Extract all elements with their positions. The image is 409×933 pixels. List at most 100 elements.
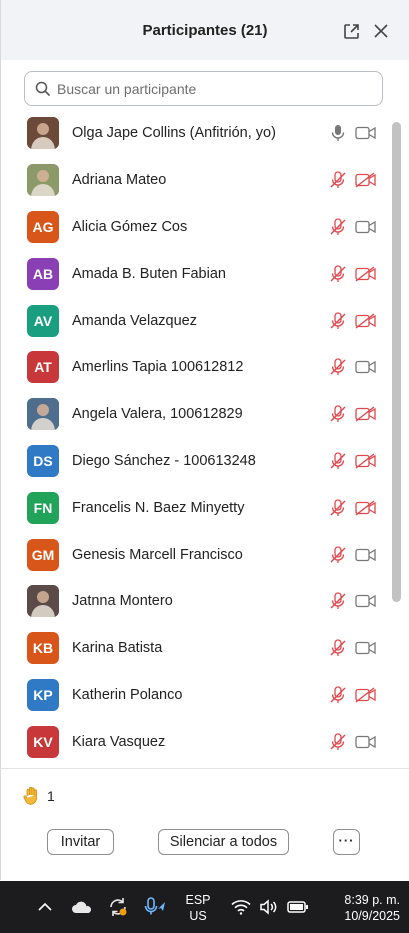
avatar: KV [27, 725, 59, 758]
participant-row[interactable]: KP Katherin Polanco [1, 672, 389, 719]
more-options-button[interactable]: ··· [333, 829, 360, 855]
volume-icon[interactable] [258, 897, 280, 917]
microphone-in-use-icon[interactable] [142, 895, 168, 919]
avatar [27, 585, 59, 618]
search-box[interactable] [24, 71, 383, 106]
keyboard-layout: US [189, 909, 207, 923]
participant-name: Alicia Gómez Cos [72, 218, 188, 235]
participant-name: Kiara Vasquez [72, 733, 166, 750]
avatar: AT [27, 351, 59, 384]
participant-row[interactable]: DS Diego Sánchez - 100613248 [1, 438, 389, 485]
panel-title: Participantes (21) [142, 21, 268, 39]
chevron-up-icon[interactable] [36, 899, 54, 915]
participant-row[interactable]: AG Alicia Gómez Cos [1, 204, 389, 251]
participant-name: Katherin Polanco [72, 686, 183, 703]
microphone-muted-icon[interactable] [328, 357, 348, 377]
participant-name: Diego Sánchez - 100613248 [72, 452, 256, 469]
microphone-muted-icon[interactable] [328, 311, 348, 331]
participant-row[interactable]: Jatnna Montero [1, 578, 389, 625]
participant-name: Amada B. Buten Fabian [72, 265, 226, 282]
video-blocked-icon[interactable] [354, 264, 376, 284]
participant-row[interactable]: GM Genesis Marcell Francisco [1, 531, 389, 578]
microphone-icon[interactable] [328, 123, 348, 143]
participant-name: Karina Batista [72, 640, 163, 657]
video-blocked-icon[interactable] [354, 685, 376, 705]
participant-name: Angela Valera, 100612829 [72, 406, 243, 423]
participant-name: Genesis Marcell Francisco [72, 546, 243, 563]
video-blocked-icon[interactable] [354, 404, 376, 424]
microphone-muted-icon[interactable] [328, 170, 348, 190]
video-off-icon[interactable] [354, 732, 376, 752]
video-blocked-icon[interactable] [354, 311, 376, 331]
avatar: KB [27, 632, 59, 665]
video-off-icon[interactable] [354, 357, 376, 377]
divider [1, 768, 409, 769]
participants-panel: Participantes (21) Olga Jape Collins (An… [0, 0, 409, 880]
panel-header: Participantes (21) [1, 0, 409, 60]
search-icon [35, 80, 53, 98]
invite-button[interactable]: Invitar [47, 829, 114, 855]
microphone-muted-icon[interactable] [328, 545, 348, 565]
battery-icon[interactable] [286, 897, 310, 917]
sync-icon[interactable] [106, 895, 130, 919]
language-indicator[interactable]: ESP US [180, 891, 216, 925]
participant-row[interactable]: FN Francelis N. Baez Minyetty [1, 484, 389, 531]
participant-row[interactable]: Angela Valera, 100612829 [1, 391, 389, 438]
raised-hands-indicator[interactable]: 1 [23, 786, 55, 806]
participant-name: Adriana Mateo [72, 172, 167, 189]
participant-name: Olga Jape Collins (Anfitrión, yo) [72, 125, 276, 142]
video-blocked-icon[interactable] [354, 170, 376, 190]
avatar: GM [27, 538, 59, 571]
microphone-muted-icon[interactable] [328, 732, 348, 752]
participant-row[interactable]: KV Kiara Vasquez [1, 718, 389, 765]
microphone-muted-icon[interactable] [328, 591, 348, 611]
close-icon[interactable] [372, 22, 390, 40]
microphone-muted-icon[interactable] [328, 264, 348, 284]
clock-time: 8:39 p. m. [344, 893, 400, 907]
language-code: ESP [185, 893, 211, 907]
scrollbar[interactable] [390, 112, 402, 766]
video-off-icon[interactable] [354, 638, 376, 658]
mute-all-button[interactable]: Silenciar a todos [158, 829, 289, 855]
scrollbar-thumb[interactable] [392, 122, 401, 602]
participant-row[interactable]: Adriana Mateo [1, 157, 389, 204]
avatar: AG [27, 210, 59, 243]
participant-row[interactable]: AV Amanda Velazquez [1, 297, 389, 344]
avatar: AB [27, 257, 59, 290]
video-blocked-icon[interactable] [354, 498, 376, 518]
avatar [27, 117, 59, 150]
video-off-icon[interactable] [354, 591, 376, 611]
microphone-muted-icon[interactable] [328, 638, 348, 658]
wifi-icon[interactable] [230, 897, 252, 917]
microphone-muted-icon[interactable] [328, 404, 348, 424]
video-off-icon[interactable] [354, 217, 376, 237]
avatar: KP [27, 678, 59, 711]
participant-name: Amanda Velazquez [72, 312, 197, 329]
onedrive-cloud-icon[interactable] [70, 897, 94, 917]
raised-hand-icon [23, 786, 41, 806]
participant-row[interactable]: KB Karina Batista [1, 625, 389, 672]
avatar [27, 164, 59, 197]
avatar: AV [27, 304, 59, 337]
windows-taskbar: ESP US 8:39 p. m. 10/9/2025 [0, 881, 409, 933]
participant-row[interactable]: Olga Jape Collins (Anfitrión, yo) [1, 110, 389, 157]
participant-name: Jatnna Montero [72, 593, 173, 610]
microphone-muted-icon[interactable] [328, 451, 348, 471]
microphone-muted-icon[interactable] [328, 685, 348, 705]
clock[interactable]: 8:39 p. m. 10/9/2025 [318, 891, 400, 925]
microphone-muted-icon[interactable] [328, 498, 348, 518]
raised-hands-count: 1 [47, 788, 55, 804]
video-off-icon[interactable] [354, 123, 376, 143]
video-blocked-icon[interactable] [354, 451, 376, 471]
search-input[interactable] [57, 80, 357, 97]
clock-date: 10/9/2025 [344, 909, 400, 923]
avatar: FN [27, 491, 59, 524]
popout-icon[interactable] [342, 22, 360, 40]
participant-name: Amerlins Tapia 100612812 [72, 359, 244, 376]
video-off-icon[interactable] [354, 545, 376, 565]
microphone-muted-icon[interactable] [328, 217, 348, 237]
participant-list: Olga Jape Collins (Anfitrión, yo) Adriana… [1, 110, 389, 766]
participant-row[interactable]: AB Amada B. Buten Fabian [1, 250, 389, 297]
participant-row[interactable]: AT Amerlins Tapia 100612812 [1, 344, 389, 391]
participant-name: Francelis N. Baez Minyetty [72, 499, 245, 516]
